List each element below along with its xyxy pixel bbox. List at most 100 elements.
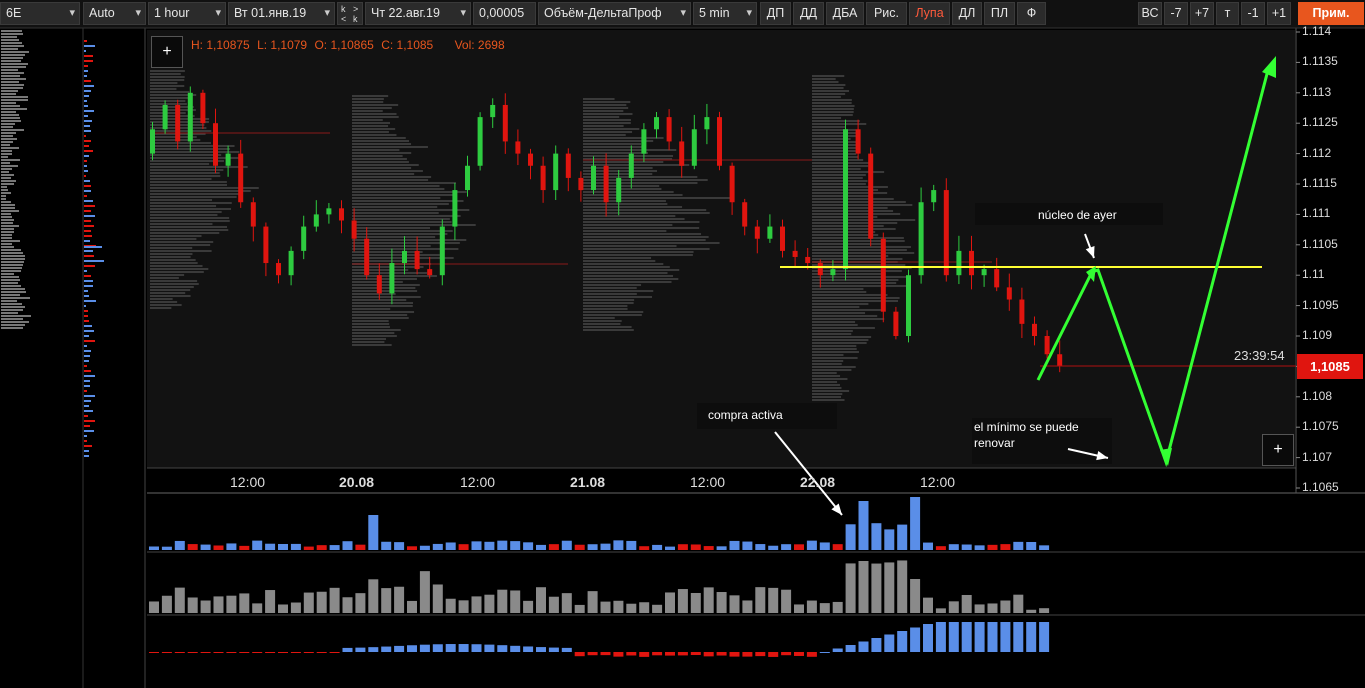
- session-profile-bar: [150, 250, 212, 252]
- candle-body: [918, 202, 924, 276]
- profile-bar: [1, 117, 20, 119]
- profile-bar: [1, 129, 24, 131]
- add-pane-button[interactable]: +: [1262, 434, 1294, 466]
- delta-bar: [703, 546, 714, 550]
- cum-delta-bar: [574, 652, 585, 657]
- session-profile-bar: [583, 242, 720, 244]
- cum-delta-bar: [871, 638, 882, 652]
- delta-profile-bar: [84, 70, 88, 72]
- session-profile-bar: [150, 172, 220, 174]
- session-profile-bar: [352, 323, 390, 325]
- cum-delta-bar: [419, 644, 430, 652]
- candle-body: [515, 141, 521, 154]
- profile-bar: [1, 264, 23, 266]
- profile-bar: [1, 207, 15, 209]
- delta-bar: [613, 540, 624, 550]
- volume-bar: [677, 589, 688, 613]
- candle-body: [754, 226, 760, 239]
- x-tick-label: 21.08: [570, 474, 606, 490]
- delta-profile-bar: [84, 155, 89, 157]
- add-indicator-button[interactable]: +: [151, 36, 183, 68]
- session-profile-bar: [150, 202, 232, 204]
- profile-bar: [1, 150, 12, 152]
- profile-bar: [1, 177, 11, 179]
- session-profile-bar: [812, 363, 842, 365]
- session-profile-bar: [352, 212, 439, 214]
- cum-delta-bar: [303, 652, 314, 653]
- profile-bar: [1, 156, 8, 158]
- candle-body: [162, 104, 168, 130]
- delta-bar: [923, 542, 933, 550]
- delta-profile-bar: [84, 185, 91, 187]
- session-profile-bar: [352, 305, 413, 307]
- y-tick-label: 1.1095: [1302, 297, 1339, 312]
- bar-timer: 23:39:54: [1234, 348, 1285, 363]
- session-profile-bar: [583, 320, 622, 322]
- delta-profile-bar: [84, 285, 93, 287]
- delta-bar: [303, 546, 314, 550]
- profile-bar: [1, 105, 20, 107]
- session-profile-bar: [812, 141, 858, 143]
- cum-delta-bar: [1013, 622, 1024, 652]
- session-profile-bar: [812, 213, 901, 215]
- candle-body: [439, 226, 445, 276]
- session-profile-bar: [150, 166, 248, 168]
- volume-bar: [910, 579, 921, 613]
- candle-body: [477, 117, 483, 166]
- session-profile-bar: [352, 284, 420, 286]
- candle-body: [238, 153, 244, 203]
- profile-bar: [1, 189, 8, 191]
- candle-body: [465, 165, 470, 191]
- profile-bar: [1, 132, 16, 134]
- x-tick-label: 22.08: [800, 474, 836, 490]
- session-profile-bar: [352, 95, 389, 97]
- profile-bar: [1, 318, 23, 320]
- cum-delta-bar: [381, 646, 392, 652]
- cum-delta-bar: [226, 652, 237, 653]
- session-profile-bar: [583, 98, 615, 100]
- candle-body: [1006, 287, 1012, 300]
- profile-bar: [1, 192, 11, 194]
- delta-bar: [316, 545, 327, 550]
- x-tick-label: 12:00: [690, 474, 726, 490]
- profile-bar: [1, 81, 19, 83]
- chart-area[interactable]: [0, 0, 1365, 688]
- session-profile-bar: [150, 85, 185, 87]
- delta-profile-bar: [84, 110, 94, 112]
- session-profile-bar: [150, 286, 194, 288]
- volume-bar: [239, 593, 250, 613]
- volume-bar: [226, 595, 237, 613]
- profile-bar: [1, 159, 20, 161]
- cum-delta-bar: [910, 627, 921, 652]
- delta-bar: [948, 544, 959, 550]
- session-profile-bar: [812, 369, 852, 371]
- candle-body: [1032, 323, 1037, 336]
- cum-delta-bar: [806, 652, 817, 657]
- volume-bar: [381, 588, 392, 613]
- session-profile-bar: [352, 275, 437, 277]
- profile-bar: [1, 78, 26, 80]
- delta-bar: [419, 545, 430, 550]
- delta-profile-bar: [84, 305, 86, 307]
- session-profile-bar: [583, 269, 680, 271]
- profile-bar: [1, 291, 26, 293]
- delta-bar: [510, 541, 521, 550]
- volume-bar: [871, 563, 882, 613]
- session-profile-bar: [150, 274, 185, 276]
- session-profile-bar: [812, 285, 907, 287]
- delta-profile-bar: [84, 175, 86, 177]
- session-profile-bar: [583, 278, 679, 280]
- delta-profile-bar: [84, 410, 93, 412]
- profile-bar: [1, 123, 15, 125]
- delta-profile-bar: [84, 160, 87, 162]
- session-profile-bar: [150, 190, 251, 192]
- session-profile-bar: [812, 339, 869, 341]
- session-profile-bar: [352, 296, 421, 298]
- session-profile-bar: [352, 341, 385, 343]
- delta-profile-bar: [84, 340, 95, 342]
- profile-bar: [1, 246, 14, 248]
- session-profile-bar: [812, 384, 840, 386]
- delta-bar: [781, 544, 792, 550]
- volume-bar: [923, 597, 933, 613]
- cum-delta-bar: [1026, 622, 1037, 652]
